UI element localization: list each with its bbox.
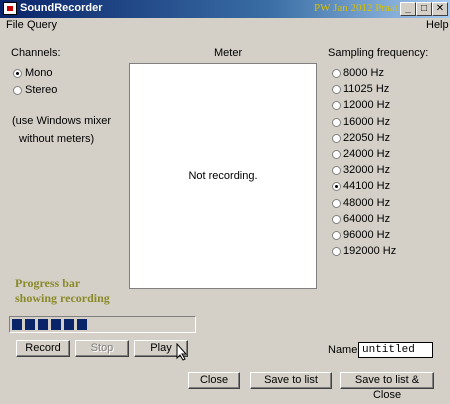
mixer-note-line1: (use Windows mixer bbox=[12, 115, 112, 127]
minimize-icon[interactable]: _ bbox=[400, 2, 416, 16]
radio-freq-8[interactable] bbox=[332, 199, 341, 208]
close-icon[interactable]: ✕ bbox=[432, 2, 448, 16]
radio-freq-6[interactable] bbox=[332, 166, 341, 175]
stop-button[interactable]: Stop bbox=[75, 340, 129, 357]
progress-bar bbox=[9, 316, 196, 333]
radio-freq-label[interactable]: 44100 Hz bbox=[343, 180, 390, 192]
app-icon bbox=[3, 2, 17, 15]
progress-block bbox=[64, 319, 74, 330]
progress-block bbox=[77, 319, 87, 330]
progress-block bbox=[25, 319, 35, 330]
radio-freq-label[interactable]: 64000 Hz bbox=[343, 213, 390, 225]
radio-freq-4[interactable] bbox=[332, 134, 341, 143]
close-button[interactable]: Close bbox=[188, 372, 240, 389]
radio-freq-label[interactable]: 12000 Hz bbox=[343, 99, 390, 111]
radio-freq-label[interactable]: 48000 Hz bbox=[343, 197, 390, 209]
name-input[interactable]: untitled bbox=[358, 342, 433, 358]
name-label: Name: bbox=[328, 344, 361, 356]
radio-freq-5[interactable] bbox=[332, 150, 341, 159]
menu-help[interactable]: Help bbox=[426, 19, 449, 31]
meter-panel: Not recording. bbox=[129, 63, 317, 289]
radio-freq-0[interactable] bbox=[332, 69, 341, 78]
sampling-label: Sampling frequency: bbox=[328, 47, 429, 59]
menu-query[interactable]: Query bbox=[27, 19, 57, 31]
save-to-list-button[interactable]: Save to list bbox=[250, 372, 332, 389]
radio-freq-label[interactable]: 8000 Hz bbox=[343, 67, 384, 79]
radio-freq-label[interactable]: 96000 Hz bbox=[343, 229, 390, 241]
channels-label: Channels: bbox=[11, 47, 61, 59]
radio-freq-label[interactable]: 24000 Hz bbox=[343, 148, 390, 160]
maximize-icon[interactable]: □ bbox=[416, 2, 432, 16]
radio-freq-10[interactable] bbox=[332, 231, 341, 240]
radio-freq-label[interactable]: 192000 Hz bbox=[343, 245, 396, 257]
radio-freq-label[interactable]: 11025 Hz bbox=[343, 83, 389, 95]
radio-stereo[interactable] bbox=[13, 86, 22, 95]
radio-freq-7[interactable] bbox=[332, 182, 341, 191]
radio-mono-label[interactable]: Mono bbox=[25, 67, 53, 79]
radio-freq-label[interactable]: 22050 Hz bbox=[343, 132, 390, 144]
mouse-cursor-icon bbox=[176, 343, 188, 361]
progress-caption-line1: Progress bar bbox=[15, 276, 81, 290]
radio-freq-11[interactable] bbox=[332, 247, 341, 256]
mixer-note-line2: without meters) bbox=[19, 133, 95, 145]
radio-freq-3[interactable] bbox=[332, 118, 341, 127]
radio-stereo-label[interactable]: Stereo bbox=[25, 84, 57, 96]
radio-freq-label[interactable]: 16000 Hz bbox=[343, 116, 390, 128]
radio-freq-1[interactable] bbox=[332, 85, 341, 94]
progress-block bbox=[51, 319, 61, 330]
progress-caption-line2: showing recording bbox=[15, 291, 110, 305]
radio-freq-9[interactable] bbox=[332, 215, 341, 224]
save-and-close-button[interactable]: Save to list & Close bbox=[340, 372, 434, 401]
radio-mono[interactable] bbox=[13, 69, 22, 78]
radio-freq-label[interactable]: 32000 Hz bbox=[343, 164, 390, 176]
menu-bar bbox=[0, 18, 450, 32]
window-title: SoundRecorder bbox=[20, 2, 103, 14]
record-button[interactable]: Record bbox=[16, 340, 70, 357]
progress-block bbox=[38, 319, 48, 330]
progress-block bbox=[12, 319, 22, 330]
menu-file[interactable]: File bbox=[6, 19, 24, 31]
meter-status: Not recording. bbox=[188, 170, 258, 182]
meter-label: Meter bbox=[214, 47, 243, 59]
radio-freq-2[interactable] bbox=[332, 101, 341, 110]
progress-caption: Progress bar showing recording bbox=[15, 276, 155, 306]
